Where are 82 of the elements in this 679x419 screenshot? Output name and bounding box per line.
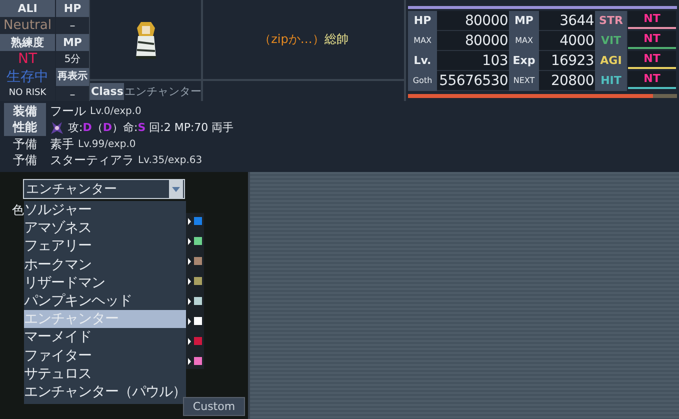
equipment-name: 素手 xyxy=(50,136,74,153)
class-dropdown[interactable]: エンチャンター xyxy=(23,179,185,199)
equipment-level: Lv.35/exp.63 xyxy=(138,155,202,166)
class-value: エンチャンター xyxy=(124,84,202,98)
stat-value: 55676530 xyxy=(437,71,509,91)
color-swatch[interactable] xyxy=(194,237,202,245)
class-option[interactable]: アマゾネス xyxy=(24,219,186,238)
custom-button[interactable]: Custom xyxy=(183,397,245,416)
equipment-label: 装備 xyxy=(4,102,46,120)
equipment-label: 予備 xyxy=(12,136,38,153)
color-swatch[interactable] xyxy=(194,277,202,285)
pointer-icon xyxy=(188,338,191,344)
equipment-level: Lv.0/exp.0 xyxy=(90,106,142,117)
mp-label: MP xyxy=(56,34,89,51)
equipment-label: 性能 xyxy=(4,119,46,136)
class-option[interactable]: サテュロス xyxy=(24,364,186,384)
attribute-value: NT xyxy=(628,51,676,69)
weapon-icon xyxy=(50,120,64,135)
stat-label: Goth xyxy=(408,71,437,91)
class-option[interactable]: リザードマン xyxy=(24,274,186,292)
class-option[interactable]: マーメイド xyxy=(24,328,186,347)
equipment-name: スターティアラ xyxy=(50,152,134,170)
title-prefix: （zipか…） xyxy=(259,31,324,48)
stat-value: 4000 xyxy=(539,31,595,51)
stat-label: NEXT xyxy=(509,71,539,91)
attribute-label: STR xyxy=(595,11,627,31)
stat-label: Lv. xyxy=(408,51,437,71)
color-swatch[interactable] xyxy=(194,317,202,325)
color-swatch[interactable] xyxy=(194,297,202,305)
ali-label: ALI xyxy=(0,0,55,17)
attribute-label: AGI xyxy=(595,51,627,71)
equipment-level: Lv.99/exp.0 xyxy=(78,138,136,150)
stat-label: MAX xyxy=(509,31,539,51)
mp-value: 5分 xyxy=(56,51,89,68)
attribute-label: VIT xyxy=(595,31,627,51)
skill-value: NT xyxy=(0,51,55,68)
redisplay-value: – xyxy=(56,86,89,101)
equipment-name: フール xyxy=(50,102,86,120)
stat-label: MAX xyxy=(408,31,437,51)
redisplay-button[interactable]: 再表示 xyxy=(56,68,89,86)
attribute-value: NT xyxy=(628,31,676,49)
pointer-icon xyxy=(188,298,191,304)
stat-label: Exp xyxy=(509,51,539,71)
performance-text: 攻:D（D）命:S 回:2 MP:70 両手 xyxy=(68,120,234,136)
class-option[interactable]: ホークマン xyxy=(24,256,186,274)
stat-value: 16923 xyxy=(539,51,595,71)
stat-value: 20800 xyxy=(539,71,595,91)
color-swatch[interactable] xyxy=(194,257,202,265)
pointer-icon xyxy=(188,238,191,244)
character-title: 総帥 xyxy=(324,31,348,48)
pointer-icon xyxy=(188,258,191,264)
class-option[interactable]: ファイター xyxy=(24,346,186,365)
alignment-value: Neutral xyxy=(0,17,55,34)
caret-icon[interactable] xyxy=(169,180,183,198)
class-option[interactable]: パンプキンヘッド xyxy=(24,292,186,310)
equipment-label: 予備 xyxy=(12,152,38,170)
color-label: 色 xyxy=(12,202,24,219)
pointer-icon xyxy=(188,358,191,364)
stat-value: 80000 xyxy=(437,31,509,51)
stat-label: MP xyxy=(509,11,539,31)
color-swatch[interactable] xyxy=(194,357,202,365)
stat-value: 103 xyxy=(437,51,509,71)
color-swatch[interactable] xyxy=(194,217,202,225)
class-label: Class xyxy=(90,82,124,100)
class-option[interactable]: フェアリー xyxy=(24,237,186,256)
life-state: 生存中 xyxy=(0,68,55,86)
attribute-label: HIT xyxy=(595,71,627,91)
attribute-value: NT xyxy=(628,11,676,29)
risk-value: NO RISK xyxy=(0,86,55,101)
attribute-value: NT xyxy=(628,71,676,89)
class-option[interactable]: エンチャンター（パウル） xyxy=(24,383,186,402)
color-swatch[interactable] xyxy=(194,337,202,345)
stat-value: 80000 xyxy=(437,11,509,31)
pointer-icon xyxy=(188,218,191,224)
stat-value: 3644 xyxy=(539,11,595,31)
hp-label: HP xyxy=(56,0,89,17)
pointer-icon xyxy=(188,318,191,324)
pointer-icon xyxy=(188,278,191,284)
hp-value: – xyxy=(56,17,89,34)
stat-label: HP xyxy=(408,11,437,31)
skill-label: 熟練度 xyxy=(0,34,55,51)
class-option[interactable]: ソルジャー xyxy=(24,201,186,220)
